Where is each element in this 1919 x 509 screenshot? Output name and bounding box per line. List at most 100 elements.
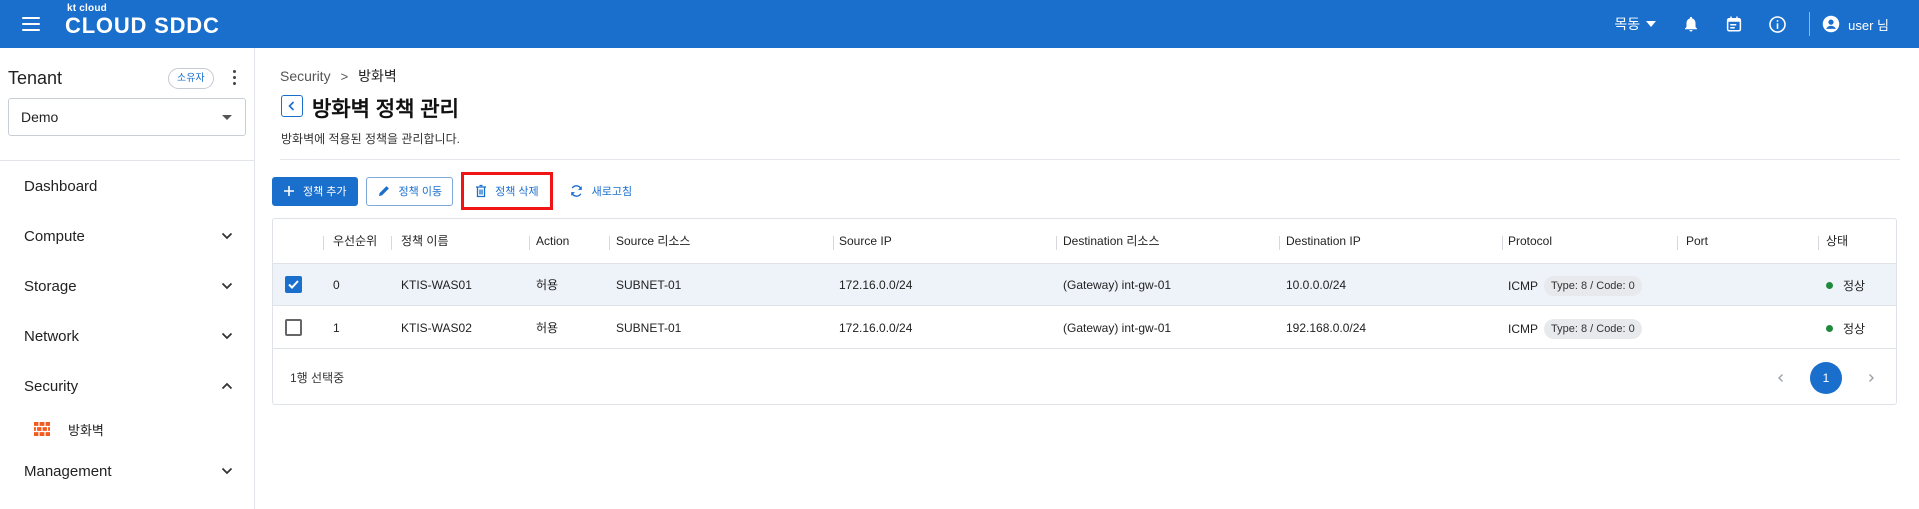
column-header-port[interactable]: Port bbox=[1686, 219, 1708, 264]
column-header-name[interactable]: 정책 이름 bbox=[401, 219, 449, 264]
plus-icon bbox=[284, 186, 294, 196]
nav-item-label: Compute bbox=[24, 227, 85, 245]
nav-item-label: Management bbox=[24, 462, 112, 480]
refresh-label: 새로고침 bbox=[591, 186, 633, 198]
column-separator bbox=[1818, 236, 1819, 250]
add-policy-button[interactable]: 정책 추가 bbox=[272, 176, 358, 206]
protocol-name: ICMP bbox=[1508, 321, 1538, 336]
selection-count: 1행 선택중 bbox=[290, 371, 345, 385]
destination-ip-cell: 10.0.0.0/24 bbox=[1286, 278, 1347, 292]
caret-down-icon bbox=[222, 115, 232, 120]
divider bbox=[280, 159, 1900, 160]
column-separator bbox=[1502, 236, 1503, 250]
bell-icon[interactable] bbox=[1680, 13, 1702, 35]
trash-icon bbox=[476, 184, 487, 198]
protocol-cell: ICMP Type: 8 / Code: 0 bbox=[1508, 307, 1642, 349]
delete-policy-label: 정책 삭제 bbox=[495, 186, 539, 198]
chevron-down-icon bbox=[221, 282, 233, 290]
table-row[interactable]: 1 KTIS-WAS02 허용 SUBNET-01 172.16.0.0/24 … bbox=[273, 307, 1896, 349]
region-label: 목동 bbox=[1614, 16, 1641, 32]
nav-item-compute[interactable]: Compute bbox=[24, 224, 234, 248]
priority-cell: 1 bbox=[333, 321, 340, 335]
name-cell: KTIS-WAS02 bbox=[401, 321, 472, 335]
tenant-select-value: Demo bbox=[21, 109, 59, 125]
column-header-destination-resource[interactable]: Destination 리소스 bbox=[1063, 219, 1160, 264]
move-policy-button[interactable]: 정책 이동 bbox=[365, 176, 454, 206]
table-row[interactable]: 0 KTIS-WAS01 허용 SUBNET-01 172.16.0.0/24 … bbox=[273, 264, 1896, 306]
column-header-source-ip[interactable]: Source IP bbox=[839, 219, 892, 264]
page-number-button[interactable]: 1 bbox=[1810, 362, 1842, 394]
nav-item-storage[interactable]: Storage bbox=[24, 274, 234, 298]
sidebar-item-firewall[interactable]: 방화벽 bbox=[34, 418, 104, 440]
account-icon bbox=[1822, 15, 1840, 33]
logo[interactable]: kt cloud CLOUD SDDC bbox=[65, 4, 220, 37]
checkmark-icon bbox=[288, 280, 299, 289]
breadcrumb-current: 방화벽 bbox=[358, 68, 397, 84]
destination-resource-cell: (Gateway) int-gw-01 bbox=[1063, 278, 1172, 292]
chevron-right-icon[interactable] bbox=[1864, 371, 1878, 385]
divider bbox=[0, 160, 254, 161]
back-button[interactable] bbox=[281, 95, 303, 117]
name-cell: KTIS-WAS01 bbox=[401, 278, 472, 292]
column-separator bbox=[609, 236, 610, 250]
top-bar: kt cloud CLOUD SDDC 목동 user 님 bbox=[0, 0, 1919, 48]
status-dot-icon bbox=[1826, 282, 1833, 290]
source-ip-cell: 172.16.0.0/24 bbox=[839, 278, 913, 292]
column-header-priority[interactable]: 우선순위 bbox=[333, 219, 377, 264]
chevron-left-icon[interactable] bbox=[1774, 371, 1788, 385]
refresh-icon bbox=[570, 185, 582, 197]
nav-item-label: Security bbox=[24, 377, 79, 395]
table-footer: 1행 선택중 1 bbox=[273, 352, 1896, 404]
firewall-icon bbox=[34, 422, 50, 436]
calendar-icon[interactable] bbox=[1723, 13, 1745, 35]
column-separator bbox=[833, 236, 834, 250]
column-header-status[interactable]: 상태 bbox=[1826, 219, 1848, 264]
nav-item-dashboard[interactable]: Dashboard bbox=[24, 174, 234, 198]
owner-badge[interactable]: 소유자 bbox=[168, 68, 214, 89]
status-text: 정상 bbox=[1843, 278, 1866, 293]
source-resource-cell: SUBNET-01 bbox=[616, 321, 682, 335]
refresh-button[interactable]: 새로고침 bbox=[559, 177, 642, 206]
nav-item-label: Dashboard bbox=[24, 177, 98, 195]
sidebar-item-label: 방화벽 bbox=[68, 422, 104, 438]
caret-down-icon bbox=[1646, 21, 1657, 27]
nav-item-management[interactable]: Management bbox=[24, 459, 234, 483]
column-separator bbox=[1677, 236, 1678, 250]
move-policy-label: 정책 이동 bbox=[398, 186, 443, 198]
status-cell: 정상 bbox=[1826, 264, 1865, 306]
logo-brand-text: CLOUD SDDC bbox=[65, 13, 220, 38]
source-ip-cell: 172.16.0.0/24 bbox=[839, 321, 913, 335]
type-code-chip: Type: 8 / Code: 0 bbox=[1544, 275, 1642, 296]
priority-cell: 0 bbox=[333, 278, 340, 292]
row-checkbox[interactable] bbox=[285, 319, 302, 336]
breadcrumb-separator: > bbox=[340, 68, 349, 84]
nav-item-label: Storage bbox=[24, 277, 77, 295]
nav-item-security[interactable]: Security bbox=[24, 374, 234, 398]
pencil-icon bbox=[378, 186, 389, 196]
status-text: 정상 bbox=[1843, 321, 1866, 336]
main-content: Security > 방화벽 방화벽 정책 관리 방화벽에 적용된 정책을 관리… bbox=[256, 48, 1919, 509]
nav-item-network[interactable]: Network bbox=[24, 324, 234, 348]
page-description: 방화벽에 적용된 정책을 관리합니다. bbox=[281, 132, 460, 146]
row-checkbox[interactable] bbox=[285, 276, 302, 293]
more-vertical-icon[interactable] bbox=[227, 70, 241, 88]
column-header-action[interactable]: Action bbox=[536, 219, 569, 264]
column-separator bbox=[1279, 236, 1280, 250]
column-header-destination-ip[interactable]: Destination IP bbox=[1286, 219, 1361, 264]
destination-resource-cell: (Gateway) int-gw-01 bbox=[1063, 321, 1172, 335]
column-separator bbox=[391, 236, 392, 250]
tenant-title: Tenant bbox=[8, 68, 63, 88]
pagination: 1 bbox=[1774, 362, 1878, 394]
breadcrumb-parent[interactable]: Security bbox=[280, 68, 331, 84]
info-icon[interactable] bbox=[1766, 13, 1788, 35]
column-header-protocol[interactable]: Protocol bbox=[1508, 219, 1552, 264]
column-header-source-resource[interactable]: Source 리소스 bbox=[616, 219, 690, 264]
toolbar: 정책 추가 정책 이동 정책 삭제 새로고침 bbox=[272, 172, 642, 210]
tenant-select[interactable]: Demo bbox=[8, 98, 246, 136]
action-cell: 허용 bbox=[536, 321, 559, 335]
user-menu[interactable]: user 님 bbox=[1822, 15, 1889, 34]
delete-policy-button[interactable]: 정책 삭제 bbox=[465, 176, 549, 206]
region-select[interactable]: 목동 bbox=[1614, 14, 1657, 34]
menu-icon[interactable] bbox=[22, 17, 40, 31]
action-cell: 허용 bbox=[536, 278, 559, 292]
